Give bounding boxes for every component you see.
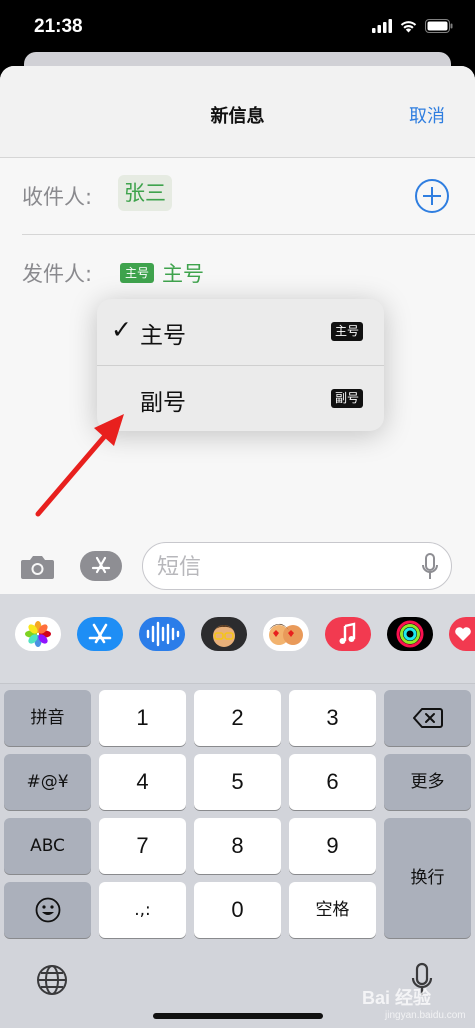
activity-app-icon[interactable] [387, 617, 433, 651]
dictation-mic-icon[interactable] [421, 553, 439, 581]
message-field[interactable] [142, 542, 452, 590]
nav-bar: 新信息 取消 [0, 66, 475, 158]
key-punctuation[interactable]: .,: [99, 882, 186, 938]
recipient-row: 收件人: 张三 [22, 159, 475, 235]
photos-app-icon[interactable] [15, 617, 61, 651]
imessage-apps-row [0, 594, 475, 684]
compose-bar [0, 540, 475, 592]
audio-message-icon[interactable] [139, 617, 185, 651]
status-bar: 21:38 [0, 0, 475, 56]
key-4[interactable]: 4 [99, 754, 186, 810]
sender-label: 发件人: [22, 262, 93, 286]
memoji-icon[interactable] [201, 617, 247, 651]
key-abc[interactable]: ABC [4, 818, 91, 874]
emoji-icon [35, 897, 60, 923]
delete-icon [412, 708, 443, 728]
app-store-icon [91, 556, 111, 574]
key-3[interactable]: 3 [289, 690, 376, 746]
camera-icon[interactable] [20, 554, 55, 580]
watermark: Bai 经验 [362, 988, 432, 1008]
key-0[interactable]: 0 [194, 882, 281, 938]
key-symbols[interactable]: #@¥ [4, 754, 91, 810]
sim-menu: ✓ 主号 主号 副号 副号 [97, 299, 384, 431]
battery-icon [425, 19, 453, 33]
key-delete[interactable] [384, 690, 471, 746]
sim-badge: 主号 [120, 263, 155, 283]
sender-value: 主号 [162, 262, 205, 286]
digital-touch-icon[interactable] [449, 617, 475, 651]
key-emoji[interactable] [4, 882, 91, 938]
key-9[interactable]: 9 [289, 818, 376, 874]
wifi-icon [400, 21, 417, 33]
app-store-button[interactable] [80, 551, 122, 581]
sim-menu-badge: 副号 [330, 389, 363, 408]
watermark-url: jingyan.baidu.com [385, 1010, 466, 1021]
signal-icon [372, 19, 392, 33]
recipient-chip[interactable]: 张三 [118, 175, 172, 211]
keyboard-bottom-bar: Bai 经验 jingyan.baidu.com [0, 940, 475, 1028]
add-recipient-button[interactable] [415, 179, 449, 213]
checkmark-icon: ✓ [111, 315, 132, 344]
cancel-button[interactable]: 取消 [409, 102, 445, 128]
memoji-stickers-icon[interactable] [263, 617, 309, 651]
sim-menu-item-secondary[interactable]: 副号 副号 [97, 365, 384, 431]
sim-menu-item-primary[interactable]: ✓ 主号 主号 [97, 299, 384, 365]
sender-selector[interactable]: 主号 主号 [120, 258, 204, 288]
recipient-label: 收件人: [22, 185, 93, 209]
key-space[interactable]: 空格 [289, 882, 376, 938]
sim-menu-item-label: 主号 [140, 323, 186, 349]
globe-icon[interactable] [36, 964, 68, 996]
key-more[interactable]: 更多 [384, 754, 471, 810]
key-8[interactable]: 8 [194, 818, 281, 874]
app-store-app-icon[interactable] [77, 617, 123, 651]
key-2[interactable]: 2 [194, 690, 281, 746]
page-title: 新信息 [210, 106, 265, 127]
message-input[interactable] [157, 552, 407, 582]
sim-menu-badge: 主号 [330, 322, 363, 341]
home-indicator [153, 1013, 323, 1019]
key-6[interactable]: 6 [289, 754, 376, 810]
key-7[interactable]: 7 [99, 818, 186, 874]
status-time: 21:38 [34, 16, 83, 37]
sim-menu-item-label: 副号 [140, 390, 186, 416]
key-return[interactable]: 换行 [384, 818, 471, 938]
key-pinyin[interactable]: 拼音 [4, 690, 91, 746]
music-app-icon[interactable] [325, 617, 371, 651]
status-icons [372, 19, 453, 33]
key-1[interactable]: 1 [99, 690, 186, 746]
key-5[interactable]: 5 [194, 754, 281, 810]
